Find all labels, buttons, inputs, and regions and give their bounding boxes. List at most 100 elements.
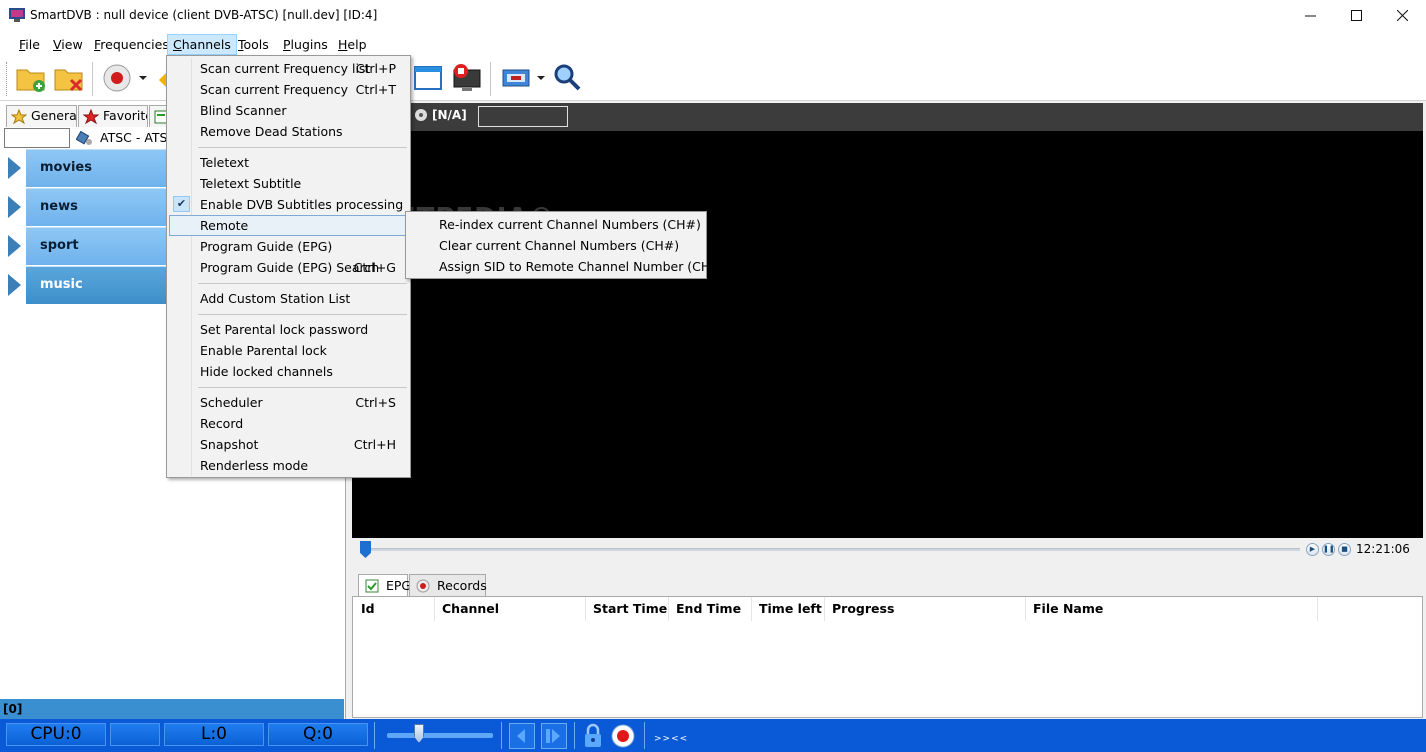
blank-indicator	[110, 723, 160, 746]
seek-track[interactable]	[360, 548, 1300, 551]
expand-arrow-icon[interactable]	[8, 274, 21, 296]
menu-program-guide[interactable]: Program Guide (EPG)	[169, 236, 408, 257]
menu-channels[interactable]: Channels	[167, 34, 237, 55]
menu-remote[interactable]: Remote	[169, 215, 408, 236]
forward-icon	[546, 729, 560, 743]
toolbar-separator	[490, 62, 491, 96]
menu-renderless-mode[interactable]: Renderless mode	[169, 455, 408, 476]
channels-menu: Scan current Frequency list Ctrl+P Scan c…	[166, 55, 411, 478]
menu-hide-locked-channels[interactable]: Hide locked channels	[169, 361, 408, 382]
status-bar: CPU:0 L:0 Q:0 >><<	[0, 719, 1426, 752]
menu-view[interactable]: View	[48, 34, 88, 55]
cpu-indicator: CPU:0	[6, 723, 106, 746]
maximize-button[interactable]	[1333, 0, 1379, 31]
tab-epg[interactable]: EPG	[358, 574, 411, 596]
column-start-time[interactable]: Start Time	[586, 597, 669, 621]
menu-set-parental-password[interactable]: Set Parental lock password	[169, 319, 408, 340]
records-table: Id Channel Start Time End Time Time left…	[352, 596, 1423, 718]
add-folder-icon[interactable]	[15, 62, 47, 94]
recorder-icon[interactable]	[500, 62, 532, 94]
menu-enable-dvb-subtitles[interactable]: ✔ Enable DVB Subtitles processing	[169, 194, 408, 215]
seek-thumb[interactable]	[360, 541, 371, 558]
dropdown-arrow-icon[interactable]	[535, 62, 547, 94]
close-button[interactable]	[1379, 0, 1425, 31]
group-label: movies	[40, 160, 92, 175]
window-title: SmartDVB : null device (client DVB-ATSC)…	[30, 8, 378, 22]
menu-add-custom-station-list[interactable]: Add Custom Station List	[169, 288, 408, 309]
menu-file[interactable]: File	[14, 34, 45, 55]
menu-scan-frequency[interactable]: Scan current Frequency Ctrl+T	[169, 79, 408, 100]
menu-help[interactable]: Help	[333, 34, 372, 55]
dropdown-arrow-icon[interactable]	[136, 62, 150, 94]
column-file-name[interactable]: File Name	[1026, 597, 1318, 621]
menu-frequencies[interactable]: Frequencies	[89, 34, 174, 55]
menu-teletext[interactable]: Teletext	[169, 152, 408, 173]
record-icon	[416, 579, 430, 593]
menu-snapshot[interactable]: Snapshot Ctrl+H	[169, 434, 408, 455]
lock-icon[interactable]	[582, 723, 604, 749]
minimize-button[interactable]	[1287, 0, 1333, 31]
rewind-icon	[517, 729, 525, 743]
menu-separator	[198, 283, 407, 284]
video-display[interactable]	[352, 131, 1423, 538]
menu-teletext-subtitle[interactable]: Teletext Subtitle	[169, 173, 408, 194]
menu-scan-frequency-list[interactable]: Scan current Frequency list Ctrl+P	[169, 58, 408, 79]
menu-program-guide-search[interactable]: Program Guide (EPG) Search Ctrl+G	[169, 257, 408, 278]
menu-record[interactable]: Record	[169, 413, 408, 434]
q-indicator: Q:0	[268, 723, 368, 746]
playback-bar: ▶ ❚❚ ■ 12:21:06	[352, 538, 1423, 562]
column-id[interactable]: Id	[354, 597, 435, 621]
tab-other[interactable]	[149, 105, 167, 127]
group-label: news	[40, 199, 78, 214]
column-channel[interactable]: Channel	[435, 597, 586, 621]
pause-icon[interactable]: ❚❚	[1322, 543, 1335, 556]
record-icon[interactable]	[611, 724, 635, 748]
status-separator	[501, 722, 502, 749]
menu-remove-dead-stations[interactable]: Remove Dead Stations	[169, 121, 408, 142]
tab-general[interactable]: General	[6, 105, 77, 127]
menu-enable-parental-lock[interactable]: Enable Parental lock	[169, 340, 408, 361]
l-indicator: L:0	[164, 723, 264, 746]
menu-scheduler[interactable]: Scheduler Ctrl+S	[169, 392, 408, 413]
column-progress[interactable]: Progress	[825, 597, 1026, 621]
column-time-left[interactable]: Time left	[752, 597, 825, 621]
stop-icon[interactable]: ■	[1338, 543, 1351, 556]
tab-favorites[interactable]: Favorites	[78, 105, 148, 127]
remove-folder-icon[interactable]	[53, 62, 85, 94]
tab-records[interactable]: Records	[409, 574, 487, 596]
expand-arrow-icon[interactable]	[8, 196, 21, 218]
submenu-assign-sid[interactable]: Assign SID to Remote Channel Number (CH#…	[408, 256, 726, 277]
menu-plugins[interactable]: Plugins	[278, 34, 333, 55]
next-button[interactable]	[541, 723, 567, 749]
menu-tools[interactable]: Tools	[233, 34, 274, 55]
status-separator	[574, 722, 575, 749]
remote-submenu: Re-index current Channel Numbers (CH#) C…	[405, 211, 726, 279]
group-label: sport	[40, 238, 79, 253]
expand-arrow-icon[interactable]	[8, 157, 21, 179]
menu-blind-scanner[interactable]: Blind Scanner	[169, 100, 408, 121]
submenu-reindex-channel-numbers[interactable]: Re-index current Channel Numbers (CH#)	[408, 214, 704, 235]
checkmark-icon: ✔	[173, 196, 190, 212]
volume-thumb[interactable]	[414, 724, 424, 743]
signal-label: [N/A]	[414, 108, 467, 122]
previous-button[interactable]	[509, 723, 535, 749]
menu-separator	[198, 387, 407, 388]
play-icon[interactable]: ▶	[1306, 543, 1319, 556]
search-icon[interactable]	[551, 62, 583, 94]
column-end-time[interactable]: End Time	[669, 597, 752, 621]
record-icon[interactable]	[101, 62, 133, 94]
expand-arrow-icon[interactable]	[8, 235, 21, 257]
marquee-text: >><<	[654, 734, 689, 744]
source-label: ATSC - ATSC	[74, 128, 176, 148]
volume-slider[interactable]	[387, 733, 493, 738]
submenu-clear-channel-numbers[interactable]: Clear current Channel Numbers (CH#)	[408, 235, 704, 256]
favorites-icon	[83, 109, 99, 125]
window-icon[interactable]	[412, 62, 444, 94]
channel-filter-input[interactable]	[4, 128, 70, 148]
status-separator	[644, 722, 645, 749]
toolbar-grip[interactable]	[6, 62, 9, 96]
maximize-icon	[1350, 10, 1362, 21]
stop-monitor-icon[interactable]	[450, 62, 482, 94]
info-box	[478, 106, 568, 127]
app-icon	[9, 8, 25, 22]
